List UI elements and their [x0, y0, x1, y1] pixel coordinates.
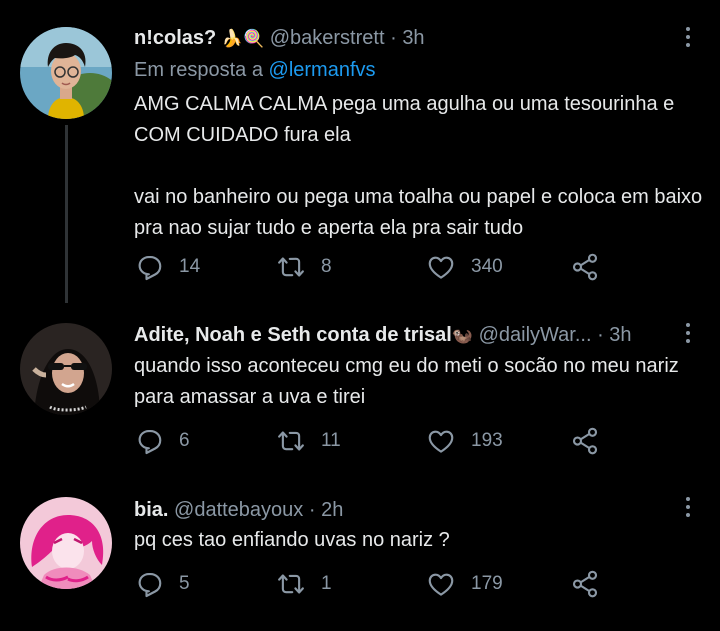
- tweet[interactable]: Adite, Noah e Seth conta de trisal🦦 @dai…: [0, 300, 720, 475]
- retweet-icon: [278, 574, 304, 594]
- name-emoji: 🍌🍭: [221, 29, 265, 48]
- like-button[interactable]: 179: [426, 567, 503, 601]
- action-bar: 14 8 340: [134, 250, 614, 284]
- retweet-icon: [278, 431, 304, 451]
- like-count: 193: [471, 430, 503, 451]
- display-name[interactable]: n!colas?: [134, 27, 216, 49]
- more-icon[interactable]: [684, 323, 692, 343]
- reply-prefix: Em resposta a: [134, 59, 263, 81]
- more-icon[interactable]: [684, 27, 692, 47]
- retweet-button[interactable]: 8: [276, 250, 332, 284]
- timestamp[interactable]: 2h: [321, 499, 343, 521]
- reply-count: 6: [179, 430, 190, 451]
- display-name[interactable]: Adite, Noah e Seth conta de trisal: [134, 324, 452, 346]
- separator-dot: ·: [597, 324, 604, 346]
- reply-context: Em resposta a @lermanfvs: [134, 57, 376, 83]
- thread-line: [65, 125, 68, 303]
- timestamp[interactable]: 3h: [402, 27, 424, 49]
- like-count: 340: [471, 256, 503, 277]
- share-icon[interactable]: [570, 252, 600, 282]
- share-icon[interactable]: [570, 426, 600, 456]
- separator-dot: ·: [308, 499, 316, 521]
- reply-icon: [138, 572, 162, 598]
- like-icon: [428, 573, 454, 596]
- like-count: 179: [471, 573, 503, 594]
- action-bar: 6 11 193: [134, 424, 614, 458]
- tweet-text: AMG CALMA CALMA pega uma agulha ou uma t…: [134, 93, 703, 239]
- user-handle[interactable]: @dattebayoux: [174, 499, 303, 521]
- retweet-button[interactable]: 1: [276, 567, 332, 601]
- tweet[interactable]: bia. @dattebayoux · 2h pq ces tao enfian…: [0, 475, 720, 631]
- reply-button[interactable]: 14: [134, 250, 200, 284]
- retweet-count: 8: [321, 256, 332, 277]
- retweet-icon: [278, 257, 304, 277]
- retweet-count: 11: [321, 430, 341, 451]
- retweet-count: 1: [321, 573, 332, 594]
- display-name[interactable]: bia.: [134, 499, 168, 521]
- tweet-header: n!colas? 🍌🍭 @bakerstrett · 3h: [134, 25, 425, 52]
- like-button[interactable]: 340: [426, 250, 503, 284]
- timestamp[interactable]: 3h: [609, 324, 631, 346]
- avatar-image: [20, 27, 112, 119]
- retweet-button[interactable]: 11: [276, 424, 341, 458]
- tweet-text: quando isso aconteceu cmg eu do meti o s…: [134, 355, 685, 408]
- share-icon[interactable]: [570, 569, 600, 599]
- avatar-image: [20, 497, 112, 589]
- tweet-header: bia. @dattebayoux · 2h: [134, 497, 343, 523]
- user-handle[interactable]: @dailyWar...: [479, 324, 592, 346]
- reply-button[interactable]: 6: [134, 424, 190, 458]
- tweet-text: pq ces tao enfiando uvas no nariz ?: [134, 529, 450, 551]
- avatar[interactable]: [20, 27, 112, 119]
- reply-button[interactable]: 5: [134, 567, 190, 601]
- reply-mention[interactable]: @lermanfvs: [269, 59, 376, 81]
- like-button[interactable]: 193: [426, 424, 503, 458]
- avatar-image: [20, 323, 112, 415]
- tweet[interactable]: n!colas? 🍌🍭 @bakerstrett · 3h Em respost…: [0, 0, 720, 303]
- avatar[interactable]: [20, 323, 112, 415]
- like-icon: [428, 256, 454, 279]
- user-handle[interactable]: @bakerstrett: [270, 27, 385, 49]
- reply-icon: [138, 429, 162, 455]
- avatar[interactable]: [20, 497, 112, 589]
- tweet-header: Adite, Noah e Seth conta de trisal🦦 @dai…: [134, 322, 632, 349]
- like-icon: [428, 430, 454, 453]
- reply-icon: [138, 255, 162, 281]
- more-icon[interactable]: [684, 497, 692, 517]
- reply-count: 5: [179, 573, 190, 594]
- name-emoji: 🦦: [451, 326, 474, 345]
- action-bar: 5 1 179: [134, 567, 614, 601]
- separator-dot: ·: [390, 27, 397, 49]
- reply-count: 14: [179, 256, 201, 277]
